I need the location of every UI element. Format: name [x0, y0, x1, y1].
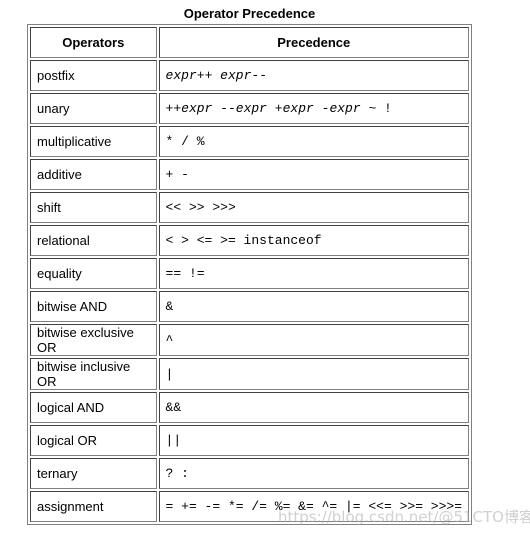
- table-row: additive + -: [30, 159, 469, 190]
- operator-list: &: [158, 291, 469, 322]
- operator-list: == !=: [158, 258, 469, 289]
- table-row: shift << >> >>>: [30, 192, 469, 223]
- table-row: relational < > <= >= instanceof: [30, 225, 469, 256]
- operator-category: additive: [30, 159, 157, 190]
- operator-list: ^: [158, 324, 469, 356]
- table-row: unary ++expr --expr +expr -expr ~ !: [30, 93, 469, 124]
- operator-list: + -: [158, 159, 469, 190]
- header-operators: Operators: [30, 27, 157, 58]
- table-row: ternary ? :: [30, 458, 469, 489]
- operator-list: ||: [158, 425, 469, 456]
- operator-category: equality: [30, 258, 157, 289]
- operator-category: logical AND: [30, 392, 157, 423]
- table-row: bitwise AND &: [30, 291, 469, 322]
- operator-list: |: [158, 358, 469, 390]
- table-caption: Operator Precedence: [183, 6, 316, 21]
- operator-category: shift: [30, 192, 157, 223]
- header-row: Operators Precedence: [30, 27, 469, 58]
- table-row: logical OR ||: [30, 425, 469, 456]
- operator-list: expr++ expr--: [158, 60, 469, 91]
- operator-category: assignment: [30, 491, 157, 522]
- operator-list: < > <= >= instanceof: [158, 225, 469, 256]
- table-row: equality == !=: [30, 258, 469, 289]
- table-row: logical AND &&: [30, 392, 469, 423]
- operator-category: ternary: [30, 458, 157, 489]
- operator-category: unary: [30, 93, 157, 124]
- operator-category: relational: [30, 225, 157, 256]
- operator-list: ++expr --expr +expr -expr ~ !: [158, 93, 469, 124]
- operator-list: &&: [158, 392, 469, 423]
- operator-list: * / %: [158, 126, 469, 157]
- operator-category: bitwise AND: [30, 291, 157, 322]
- watermark: https://blog.csdn.net/@51CTO博客: [278, 508, 530, 526]
- operator-category: logical OR: [30, 425, 157, 456]
- table-row: bitwise inclusive OR |: [30, 358, 469, 390]
- operator-precedence-table: Operators Precedence postfix expr++ expr…: [27, 24, 472, 525]
- operator-list: ? :: [158, 458, 469, 489]
- operator-category: bitwise exclusive OR: [30, 324, 157, 356]
- table-row: postfix expr++ expr--: [30, 60, 469, 91]
- operator-category: bitwise inclusive OR: [30, 358, 157, 390]
- table-row: bitwise exclusive OR ^: [30, 324, 469, 356]
- table-row: multiplicative * / %: [30, 126, 469, 157]
- operator-category: postfix: [30, 60, 157, 91]
- operator-list: << >> >>>: [158, 192, 469, 223]
- operator-category: multiplicative: [30, 126, 157, 157]
- header-precedence: Precedence: [158, 27, 469, 58]
